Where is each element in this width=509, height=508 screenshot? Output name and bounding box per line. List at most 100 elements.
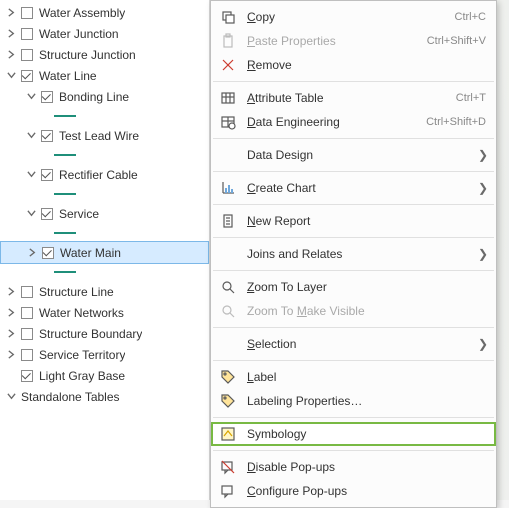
table-icon	[219, 89, 237, 107]
layer-label: Test Lead Wire	[59, 129, 139, 143]
toc-layer-row[interactable]: Service Territory	[0, 344, 209, 365]
layer-symbol-swatch[interactable]	[0, 263, 209, 281]
none-icon	[219, 245, 237, 263]
expander-icon[interactable]	[6, 7, 17, 18]
menu-separator	[213, 327, 494, 328]
layer-label: Water Junction	[39, 27, 119, 41]
menu-item-label: Zoom To Make Visible	[247, 304, 486, 318]
visibility-checkbox[interactable]	[41, 169, 53, 181]
chevron-right-icon: ❯	[478, 181, 486, 195]
popupcfg-icon	[219, 482, 237, 500]
expander-icon[interactable]	[6, 349, 17, 360]
visibility-checkbox[interactable]	[21, 370, 33, 382]
menu-item-data-engineering[interactable]: Data EngineeringCtrl+Shift+D	[211, 110, 496, 134]
layer-symbol-swatch[interactable]	[0, 185, 209, 203]
menu-item-label: Label	[247, 370, 486, 384]
toc-layer-row[interactable]: Test Lead Wire	[0, 125, 209, 146]
menu-item-zoom-to-layer[interactable]: Zoom To Layer	[211, 275, 496, 299]
expander-icon[interactable]	[26, 130, 37, 141]
visibility-checkbox[interactable]	[21, 286, 33, 298]
visibility-checkbox[interactable]	[21, 28, 33, 40]
menu-item-label: Symbology	[247, 427, 486, 441]
visibility-checkbox[interactable]	[21, 307, 33, 319]
toc-layer-row[interactable]: Water Assembly	[0, 2, 209, 23]
visibility-checkbox[interactable]	[42, 247, 54, 259]
menu-item-remove[interactable]: Remove	[211, 53, 496, 77]
visibility-checkbox[interactable]	[41, 208, 53, 220]
expander-icon[interactable]	[6, 70, 17, 81]
toc-group-heading[interactable]: Standalone Tables	[0, 386, 209, 407]
layer-symbol-swatch[interactable]	[0, 146, 209, 164]
layer-symbol-swatch[interactable]	[0, 224, 209, 242]
expander-icon[interactable]	[6, 286, 17, 297]
chart-icon	[219, 179, 237, 197]
menu-item-symbology[interactable]: Symbology	[211, 422, 496, 446]
visibility-checkbox[interactable]	[21, 49, 33, 61]
labelprop-icon	[219, 392, 237, 410]
toc-layer-row[interactable]: Structure Line	[0, 281, 209, 302]
menu-item-joins-and-relates[interactable]: Joins and Relates ❯	[211, 242, 496, 266]
toc-layer-row[interactable]: Structure Boundary	[0, 323, 209, 344]
menu-item-shortcut: Ctrl+Shift+V	[427, 35, 486, 47]
none-icon	[219, 146, 237, 164]
menu-item-label: Selection	[247, 337, 470, 351]
menu-item-label: Joins and Relates	[247, 247, 470, 261]
menu-item-attribute-table[interactable]: Attribute TableCtrl+T	[211, 86, 496, 110]
visibility-checkbox[interactable]	[21, 7, 33, 19]
menu-item-label: Data Engineering	[247, 115, 418, 129]
report-icon	[219, 212, 237, 230]
menu-item-selection[interactable]: Selection ❯	[211, 332, 496, 356]
menu-item-label: Create Chart	[247, 181, 470, 195]
menu-item-label[interactable]: Label	[211, 365, 496, 389]
expander-icon[interactable]	[27, 247, 38, 258]
menu-item-labeling-properties[interactable]: Labeling Properties…	[211, 389, 496, 413]
visibility-checkbox[interactable]	[21, 328, 33, 340]
layer-label: Service	[59, 207, 99, 221]
expander-icon[interactable]	[26, 91, 37, 102]
layer-label: Rectifier Cable	[59, 168, 138, 182]
toc-layer-row[interactable]: Water Main	[0, 241, 209, 264]
menu-item-disable-pop-ups[interactable]: Disable Pop-ups	[211, 455, 496, 479]
menu-item-copy[interactable]: CopyCtrl+C	[211, 5, 496, 29]
toc-layer-row[interactable]: Bonding Line	[0, 86, 209, 107]
menu-item-label: Labeling Properties…	[247, 394, 486, 408]
toc-layer-row[interactable]: Structure Junction	[0, 44, 209, 65]
expander-icon[interactable]	[26, 208, 37, 219]
menu-item-create-chart[interactable]: Create Chart ❯	[211, 176, 496, 200]
toc-layer-row[interactable]: Service	[0, 203, 209, 224]
expander-icon[interactable]	[6, 328, 17, 339]
toc-layer-row[interactable]: Water Networks	[0, 302, 209, 323]
layer-context-menu[interactable]: CopyCtrl+C Paste Properties Ctrl+Shift+V Re…	[210, 0, 497, 508]
expander-icon[interactable]	[6, 49, 17, 60]
chevron-right-icon: ❯	[478, 247, 486, 261]
layer-symbol-swatch[interactable]	[0, 107, 209, 125]
table-of-contents[interactable]: Water Assembly Water Junction Structure Ju…	[0, 0, 210, 500]
visibility-checkbox[interactable]	[41, 91, 53, 103]
expander-icon[interactable]	[6, 28, 17, 39]
menu-item-label: Zoom To Layer	[247, 280, 486, 294]
menu-item-label: Remove	[247, 58, 486, 72]
toc-layer-row[interactable]: Water Junction	[0, 23, 209, 44]
menu-item-shortcut: Ctrl+T	[456, 92, 486, 104]
menu-separator	[213, 138, 494, 139]
menu-separator	[213, 171, 494, 172]
expander-icon[interactable]	[6, 307, 17, 318]
menu-item-data-design[interactable]: Data Design❯	[211, 143, 496, 167]
menu-item-label: Paste Properties	[247, 34, 419, 48]
toc-layer-row[interactable]: Light Gray Base	[0, 365, 209, 386]
menu-item-label: Disable Pop-ups	[247, 460, 486, 474]
visibility-checkbox[interactable]	[41, 130, 53, 142]
menu-item-configure-pop-ups[interactable]: Configure Pop-ups	[211, 479, 496, 503]
toc-layer-row[interactable]: Rectifier Cable	[0, 164, 209, 185]
none-icon	[219, 335, 237, 353]
visibility-checkbox[interactable]	[21, 349, 33, 361]
popupoff-icon	[219, 458, 237, 476]
chevron-right-icon: ❯	[478, 337, 486, 351]
expander-icon[interactable]	[26, 169, 37, 180]
menu-item-new-report[interactable]: New Report	[211, 209, 496, 233]
menu-item-label: New Report	[247, 214, 486, 228]
toc-layer-row[interactable]: Water Line	[0, 65, 209, 86]
visibility-checkbox[interactable]	[21, 70, 33, 82]
menu-item-paste-properties: Paste Properties Ctrl+Shift+V	[211, 29, 496, 53]
expander-icon[interactable]	[6, 391, 17, 402]
